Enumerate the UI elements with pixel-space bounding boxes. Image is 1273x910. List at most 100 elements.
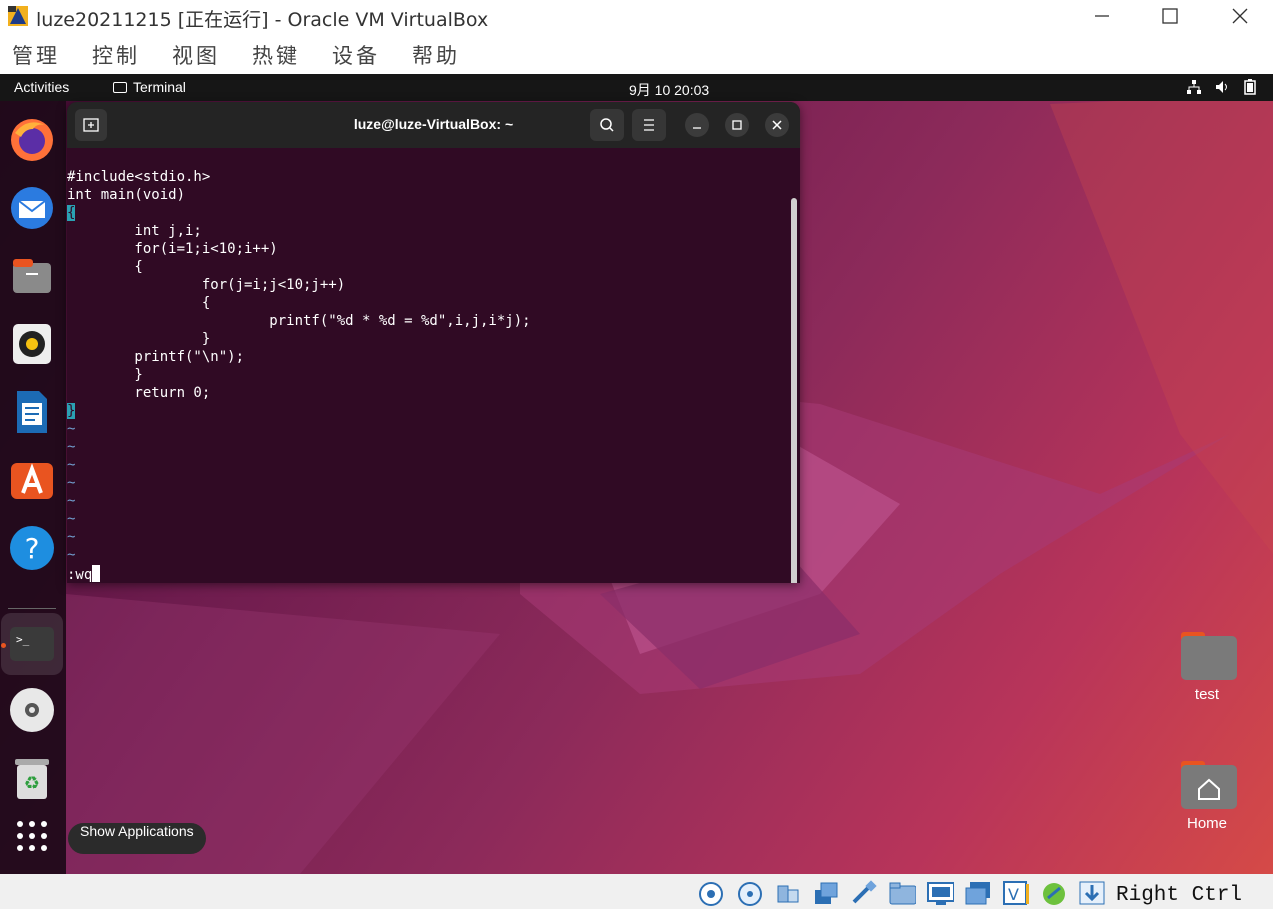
empty-line-marker: ~ <box>67 457 76 473</box>
home-folder-icon <box>1181 761 1237 809</box>
hamburger-menu-button[interactable] <box>632 109 666 141</box>
terminal-headerbar[interactable]: luze@luze-VirtualBox: ~ <box>67 102 800 148</box>
virtualbox-app-icon <box>6 4 30 28</box>
svg-text:>_: >_ <box>16 633 30 646</box>
host-key-label[interactable]: Right Ctrl <box>1116 884 1242 907</box>
scrollbar[interactable] <box>791 198 797 583</box>
network-icon[interactable] <box>1186 79 1202 98</box>
audio-icon[interactable] <box>774 880 802 906</box>
guest-screen: Activities Terminal 9月 10 20:03 ? >_ ♻ S… <box>0 74 1273 874</box>
matched-brace: { <box>67 205 76 221</box>
battery-icon[interactable] <box>1244 79 1256 98</box>
trash-icon[interactable]: ♻ <box>7 753 57 803</box>
code-line: } <box>67 331 211 347</box>
display-icon[interactable] <box>926 880 955 906</box>
dock: ? >_ ♻ <box>0 101 66 874</box>
app-menu[interactable]: Terminal <box>113 79 186 95</box>
code-line: } <box>67 367 143 383</box>
libreoffice-writer-icon[interactable] <box>7 387 57 437</box>
search-icon <box>600 118 614 132</box>
empty-line-marker: ~ <box>67 421 76 437</box>
empty-line-marker: ~ <box>67 439 76 455</box>
empty-line-marker: ~ <box>67 529 76 545</box>
show-applications-tooltip: Show Applications <box>68 823 206 854</box>
maximize-icon <box>732 120 742 130</box>
desktop-icon-home[interactable]: Home <box>1172 755 1242 832</box>
gnome-topbar: Activities Terminal 9月 10 20:03 <box>0 74 1273 101</box>
vim-command-line[interactable]: :wq <box>67 565 101 583</box>
menu-control[interactable]: 控制 <box>92 40 140 70</box>
help-icon[interactable]: ? <box>7 523 57 573</box>
vbox-titlebar: luze20211215 [正在运行] - Oracle VM VirtualB… <box>0 0 1273 32</box>
clock[interactable]: 9月 10 20:03 <box>629 80 709 100</box>
svg-text:V: V <box>1008 885 1019 904</box>
code-line: { <box>67 204 531 222</box>
terminal-close-button[interactable] <box>765 113 789 137</box>
code-line: return 0; <box>67 385 211 401</box>
menu-devices[interactable]: 设备 <box>332 40 380 70</box>
vbox-statusbar: V Right Ctrl <box>0 874 1273 909</box>
desktop-icon-test[interactable]: test <box>1172 626 1242 703</box>
terminal-content[interactable]: #include<stdio.h> int main(void) { int j,i… <box>67 148 800 583</box>
code-line: for(j=i;j<10;j++) <box>67 277 346 293</box>
folder-icon <box>1181 632 1237 680</box>
optical-disc-icon[interactable] <box>7 685 57 735</box>
minimize-icon <box>693 127 701 129</box>
shared-folders-icon[interactable] <box>888 880 917 906</box>
code-line: { <box>67 295 211 311</box>
menu-hotkeys[interactable]: 热键 <box>252 40 300 70</box>
optical-drive-icon[interactable] <box>736 880 764 906</box>
volume-icon[interactable] <box>1214 79 1230 98</box>
menu-view[interactable]: 视图 <box>172 40 220 70</box>
vim-command: :wq <box>67 567 93 583</box>
desktop-icon-label: test <box>1194 686 1220 703</box>
menu-manage[interactable]: 管理 <box>12 40 60 70</box>
vbox-menubar: 管理 控制 视图 热键 设备 帮助 <box>0 38 1273 72</box>
close-icon <box>772 120 782 130</box>
dock-separator <box>8 608 56 609</box>
terminal-icon[interactable]: >_ <box>7 619 57 669</box>
code-line: printf("\n"); <box>67 349 245 365</box>
rhythmbox-icon[interactable] <box>7 319 57 369</box>
empty-line-marker: ~ <box>67 547 76 563</box>
usb-icon[interactable] <box>850 880 878 906</box>
thunderbird-icon[interactable] <box>7 183 57 233</box>
text-cursor <box>92 565 101 582</box>
close-button[interactable] <box>1210 0 1270 32</box>
terminal-app-icon <box>113 82 127 93</box>
app-menu-label: Terminal <box>133 79 186 95</box>
code-line: int j,i; <box>67 223 202 239</box>
desktop-icon-label: Home <box>1186 815 1227 832</box>
video-capture-icon[interactable] <box>964 880 992 906</box>
empty-line-marker: ~ <box>67 475 76 491</box>
terminal-maximize-button[interactable] <box>725 113 749 137</box>
maximize-button[interactable] <box>1140 0 1200 32</box>
code-line: printf("%d * %d = %d",i,j,i*j); <box>67 313 531 329</box>
files-icon[interactable] <box>7 251 57 301</box>
running-indicator <box>1 643 6 648</box>
keyboard-capture-icon[interactable] <box>1078 880 1106 906</box>
vim-buffer[interactable]: #include<stdio.h> int main(void) { int j,i… <box>67 168 531 564</box>
show-applications-button[interactable] <box>7 811 57 861</box>
menu-help[interactable]: 帮助 <box>412 40 460 70</box>
activities-button[interactable]: Activities <box>14 79 69 95</box>
mouse-integration-icon[interactable] <box>1040 880 1068 906</box>
matched-brace: } <box>67 403 76 419</box>
virtualization-icon[interactable]: V <box>1002 880 1030 906</box>
firefox-icon[interactable] <box>7 115 57 165</box>
code-line: { <box>67 259 143 275</box>
hard-disk-icon[interactable] <box>698 880 726 906</box>
code-line: } <box>67 402 531 420</box>
software-center-icon[interactable] <box>7 455 57 505</box>
network-adapter-icon[interactable] <box>812 880 840 906</box>
svg-text:?: ? <box>25 532 40 565</box>
minimize-button[interactable] <box>1072 0 1132 32</box>
hamburger-icon <box>644 119 654 131</box>
terminal-minimize-button[interactable] <box>685 113 709 137</box>
search-button[interactable] <box>590 109 624 141</box>
code-line: int main(void) <box>67 187 186 203</box>
code-line: for(i=1;i<10;i++) <box>67 241 278 257</box>
terminal-window[interactable]: luze@luze-VirtualBox: ~ #include<stdio.h… <box>67 102 800 583</box>
empty-line-marker: ~ <box>67 493 76 509</box>
empty-line-marker: ~ <box>67 511 76 527</box>
